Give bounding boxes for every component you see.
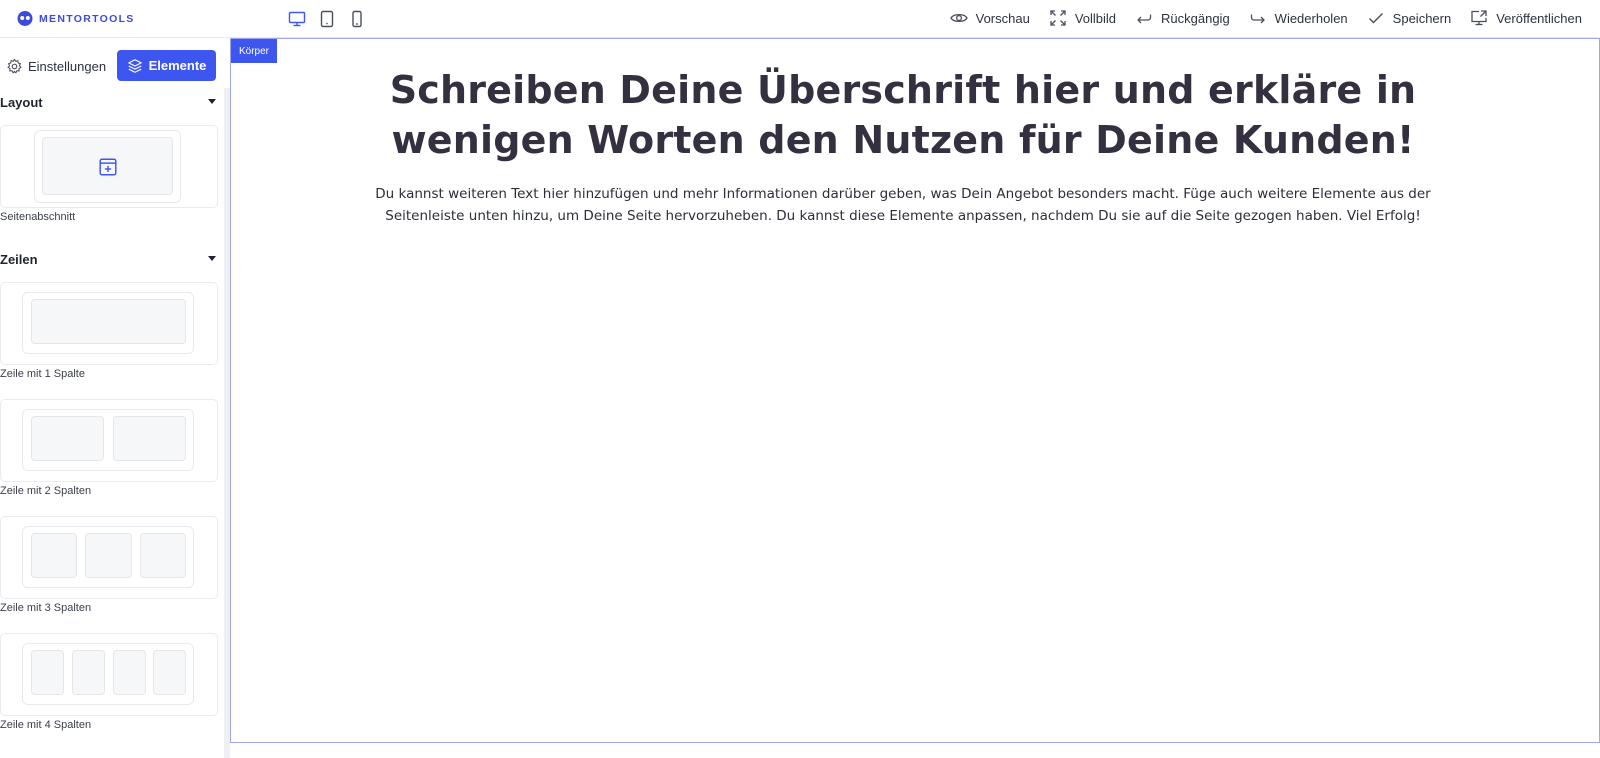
section-rows-title: Zeilen bbox=[0, 251, 38, 267]
tab-settings-label: Einstellungen bbox=[28, 58, 107, 74]
brand-logo[interactable]: MENTORTOOLS bbox=[16, 10, 135, 28]
page-headline[interactable]: Schreiben Deine Überschrift hier und erk… bbox=[371, 65, 1435, 165]
top-toolbar: MENTORTOOLS Vorschau Vollbild Rückgängig… bbox=[0, 0, 1600, 38]
logo-icon bbox=[17, 11, 33, 26]
tile-cell bbox=[31, 533, 77, 578]
fullscreen-button[interactable]: Vollbild bbox=[1049, 9, 1116, 27]
element-row-1-column-label: Zeile mit 1 Spalte bbox=[0, 368, 85, 380]
page-body-text[interactable]: Du kannst weiteren Text hier hinzufügen … bbox=[371, 183, 1435, 227]
redo-button[interactable]: Wiederholen bbox=[1249, 9, 1348, 27]
tile-cell bbox=[113, 416, 186, 461]
logo-text: MENTORTOOLS bbox=[39, 13, 135, 25]
undo-button[interactable]: Rückgängig bbox=[1135, 9, 1230, 27]
check-icon bbox=[1368, 13, 1383, 24]
monitor-icon bbox=[288, 11, 306, 27]
tablet-icon bbox=[320, 10, 334, 28]
toolbar-actions: Vorschau Vollbild Rückgängig Wiederholen… bbox=[931, 0, 1582, 36]
device-switcher bbox=[282, 8, 372, 30]
expand-icon bbox=[1050, 10, 1066, 26]
element-row-2-columns-label: Zeile mit 2 Spalten bbox=[0, 485, 92, 497]
section-layout-toggle[interactable]: Layout bbox=[0, 93, 218, 111]
tile-cell bbox=[85, 533, 132, 578]
undo-icon bbox=[1137, 14, 1152, 24]
section-rows-toggle[interactable]: Zeilen bbox=[0, 250, 218, 268]
device-desktop-button[interactable] bbox=[282, 8, 312, 30]
undo-label: Rückgängig bbox=[1161, 10, 1230, 26]
element-row-2-columns[interactable] bbox=[0, 399, 218, 482]
device-mobile-button[interactable] bbox=[342, 8, 372, 30]
publish-icon bbox=[1471, 10, 1487, 26]
elements-sidebar: Einstellungen Elemente Layout Seitenabsc… bbox=[0, 38, 224, 758]
fullscreen-label: Vollbild bbox=[1074, 10, 1117, 26]
body-badge[interactable]: Körper bbox=[231, 39, 277, 63]
redo-icon bbox=[1250, 14, 1265, 24]
preview-label: Vorschau bbox=[975, 10, 1030, 26]
tile-cell bbox=[31, 650, 64, 695]
section-add-icon bbox=[99, 158, 117, 176]
phone-icon bbox=[352, 10, 362, 28]
tile-cell bbox=[153, 650, 186, 695]
element-row-4-columns-label: Zeile mit 4 Spalten bbox=[0, 719, 92, 731]
preview-button[interactable]: Vorschau bbox=[949, 9, 1030, 27]
tile-cell bbox=[31, 416, 104, 461]
sidebar-tabs: Einstellungen Elemente bbox=[0, 50, 224, 82]
publish-label: Veröffentlichen bbox=[1496, 10, 1582, 26]
tab-settings[interactable]: Einstellungen bbox=[6, 50, 106, 82]
tile-cell bbox=[113, 650, 146, 695]
tab-elements-label: Elemente bbox=[148, 58, 207, 73]
tab-elements[interactable]: Elemente bbox=[117, 50, 216, 81]
layers-icon bbox=[127, 58, 142, 73]
publish-button[interactable]: Veröffentlichen bbox=[1470, 9, 1582, 27]
element-page-section[interactable] bbox=[0, 125, 218, 208]
section-layout-title: Layout bbox=[0, 94, 43, 110]
gear-icon bbox=[7, 58, 22, 73]
save-label: Speichern bbox=[1392, 10, 1452, 26]
tile-cell bbox=[140, 533, 186, 578]
tile-cell bbox=[72, 650, 105, 695]
redo-label: Wiederholen bbox=[1274, 10, 1348, 26]
save-button[interactable]: Speichern bbox=[1367, 9, 1452, 27]
tile-cell bbox=[31, 299, 186, 344]
element-row-3-columns-label: Zeile mit 3 Spalten bbox=[0, 602, 92, 614]
element-row-4-columns[interactable] bbox=[0, 633, 218, 716]
page-canvas[interactable]: Körper Schreiben Deine Überschrift hier … bbox=[230, 38, 1600, 743]
caret-down-icon bbox=[208, 99, 216, 104]
device-tablet-button[interactable] bbox=[312, 8, 342, 30]
element-page-section-label: Seitenabschnitt bbox=[0, 211, 76, 223]
element-row-3-columns[interactable] bbox=[0, 516, 218, 599]
caret-down-icon bbox=[208, 256, 216, 261]
eye-icon bbox=[949, 13, 968, 23]
element-row-1-column[interactable] bbox=[0, 282, 218, 365]
